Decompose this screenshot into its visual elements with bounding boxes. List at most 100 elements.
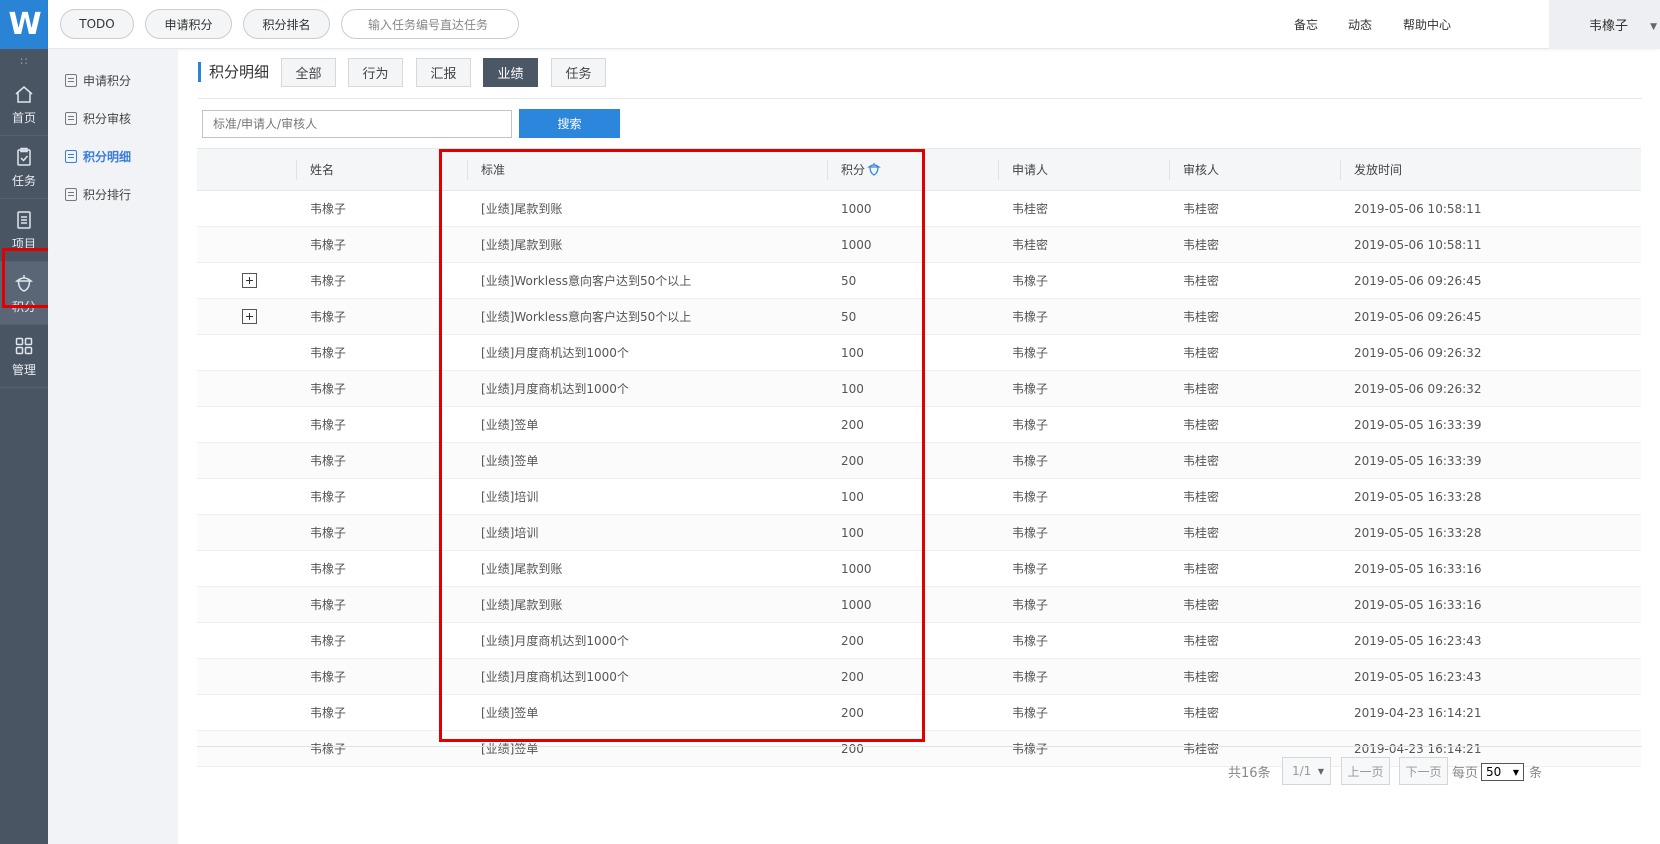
tab-report[interactable]: 汇报 [416, 58, 471, 87]
cell-expand [197, 658, 296, 695]
user-name: 韦橡子 [1589, 19, 1629, 34]
per-page-unit: 条 [1529, 765, 1543, 781]
rail-item-1[interactable]: 任务 [0, 136, 48, 199]
cell-expand [197, 190, 296, 227]
cell-applicant: 韦橡子 [998, 334, 1169, 371]
prev-page-button[interactable]: 上一页 [1341, 757, 1390, 785]
cell-applicant: 韦桂密 [998, 190, 1169, 227]
cell-applicant: 韦橡子 [998, 298, 1169, 335]
task-search-input[interactable]: 输入任务编号直达任务 [341, 9, 519, 39]
cell-applicant: 韦橡子 [998, 730, 1169, 767]
cell-reviewer: 韦桂密 [1169, 550, 1340, 587]
cell-reviewer: 韦桂密 [1169, 586, 1340, 623]
clipboard-check-icon [13, 146, 35, 168]
cell-expand [197, 334, 296, 371]
page-indicator: 1/1 [1292, 764, 1312, 778]
apply-points-button[interactable]: 申请积分 [145, 9, 232, 39]
cell-issue-time: 2019-05-06 09:26:45 [1340, 262, 1641, 299]
cell-reviewer: 韦桂密 [1169, 442, 1340, 479]
cell-reviewer: 韦桂密 [1169, 334, 1340, 371]
search-button[interactable]: 搜索 [519, 109, 620, 138]
per-page-label: 每页 [1452, 765, 1479, 781]
subnav-points-review[interactable]: 积分审核 [65, 108, 131, 128]
cell-reviewer: 韦桂密 [1169, 370, 1340, 407]
cell-expand [197, 262, 296, 299]
cell-expand [197, 406, 296, 443]
rail-item-label: 任务 [11, 173, 36, 188]
help-center-link[interactable]: 帮助中心 [1403, 16, 1451, 33]
cell-expand [197, 478, 296, 515]
cell-reviewer: 韦桂密 [1169, 478, 1340, 515]
cell-issue-time: 2019-05-06 10:58:11 [1340, 190, 1641, 227]
cell-expand [197, 370, 296, 407]
subnav-label: 积分审核 [83, 111, 132, 126]
subnav-label: 积分排行 [83, 187, 132, 202]
cell-issue-time: 2019-05-05 16:33:28 [1340, 514, 1641, 551]
cell-expand [197, 298, 296, 335]
cell-applicant: 韦橡子 [998, 406, 1169, 443]
cell-applicant: 韦橡子 [998, 658, 1169, 695]
cell-applicant: 韦橡子 [998, 514, 1169, 551]
cell-expand [197, 586, 296, 623]
rail-item-label: 管理 [11, 362, 36, 377]
app-switcher-icon[interactable]: ∷ [0, 49, 48, 73]
expand-plus-icon[interactable] [242, 273, 257, 288]
expand-plus-icon[interactable] [242, 309, 257, 324]
chevron-down-icon: ▼ [1317, 766, 1324, 776]
document-icon [65, 187, 77, 201]
activity-link[interactable]: 动态 [1348, 16, 1372, 33]
col-expand [197, 148, 296, 191]
user-menu[interactable]: 韦橡子 ▼ [1549, 0, 1660, 49]
cell-applicant: 韦橡子 [998, 550, 1169, 587]
cell-issue-time: 2019-04-23 16:14:21 [1340, 694, 1641, 731]
sub-sidebar: 申请积分 积分审核 积分明细 积分排行 [48, 49, 178, 844]
cell-expand [197, 514, 296, 551]
cell-applicant: 韦橡子 [998, 370, 1169, 407]
apps-grid-icon [13, 335, 35, 357]
subnav-apply-points[interactable]: 申请积分 [65, 70, 131, 90]
next-page-button[interactable]: 下一页 [1399, 757, 1448, 785]
cell-issue-time: 2019-05-05 16:33:39 [1340, 442, 1641, 479]
table-bottom-divider [197, 746, 1642, 747]
tab-performance[interactable]: 业绩 [483, 58, 538, 87]
home-icon [13, 83, 35, 105]
standard-search-input[interactable] [202, 110, 512, 138]
total-count: 共16条 [1228, 765, 1271, 781]
cell-issue-time: 2019-05-06 10:58:11 [1340, 226, 1641, 263]
cell-expand [197, 226, 296, 263]
subnav-label: 积分明细 [83, 149, 132, 164]
cell-applicant: 韦橡子 [998, 622, 1169, 659]
cell-expand [197, 442, 296, 479]
page-title: 积分明细 [198, 62, 269, 82]
per-page-select[interactable]: 50 ▼ [1481, 763, 1524, 781]
tab-behavior[interactable]: 行为 [348, 58, 403, 87]
cell-expand [197, 622, 296, 659]
cell-issue-time: 2019-05-05 16:23:43 [1340, 658, 1641, 695]
subnav-points-ranking[interactable]: 积分排行 [65, 184, 131, 204]
col-issue-time: 发放时间 [1340, 148, 1641, 191]
tab-all[interactable]: 全部 [281, 58, 336, 87]
cell-reviewer: 韦桂密 [1169, 694, 1340, 731]
cell-expand [197, 694, 296, 731]
points-ranking-button[interactable]: 积分排名 [243, 9, 330, 39]
cell-issue-time: 2019-05-06 09:26:45 [1340, 298, 1641, 335]
tab-task[interactable]: 任务 [551, 58, 606, 87]
app-logo[interactable]: W [0, 0, 48, 49]
page-select[interactable]: 1/1 ▼ [1282, 757, 1331, 785]
cell-applicant: 韦橡子 [998, 262, 1169, 299]
todo-button[interactable]: TODO [60, 9, 134, 39]
cell-expand [197, 730, 296, 767]
subnav-points-detail[interactable]: 积分明细 [65, 146, 131, 166]
cell-issue-time: 2019-05-05 16:23:43 [1340, 622, 1641, 659]
cell-applicant: 韦橡子 [998, 478, 1169, 515]
cell-applicant: 韦橡子 [998, 442, 1169, 479]
left-rail: W ∷ 首页 任务 项目 积分 管理 [0, 0, 48, 844]
rail-item-4[interactable]: 管理 [0, 325, 48, 388]
chevron-down-icon: ▼ [1512, 767, 1519, 777]
cell-applicant: 韦橡子 [998, 586, 1169, 623]
memo-link[interactable]: 备忘 [1294, 16, 1318, 33]
subnav-label: 申请积分 [83, 73, 132, 88]
cell-issue-time: 2019-05-06 09:26:32 [1340, 370, 1641, 407]
cell-reviewer: 韦桂密 [1169, 622, 1340, 659]
rail-item-0[interactable]: 首页 [0, 73, 48, 136]
